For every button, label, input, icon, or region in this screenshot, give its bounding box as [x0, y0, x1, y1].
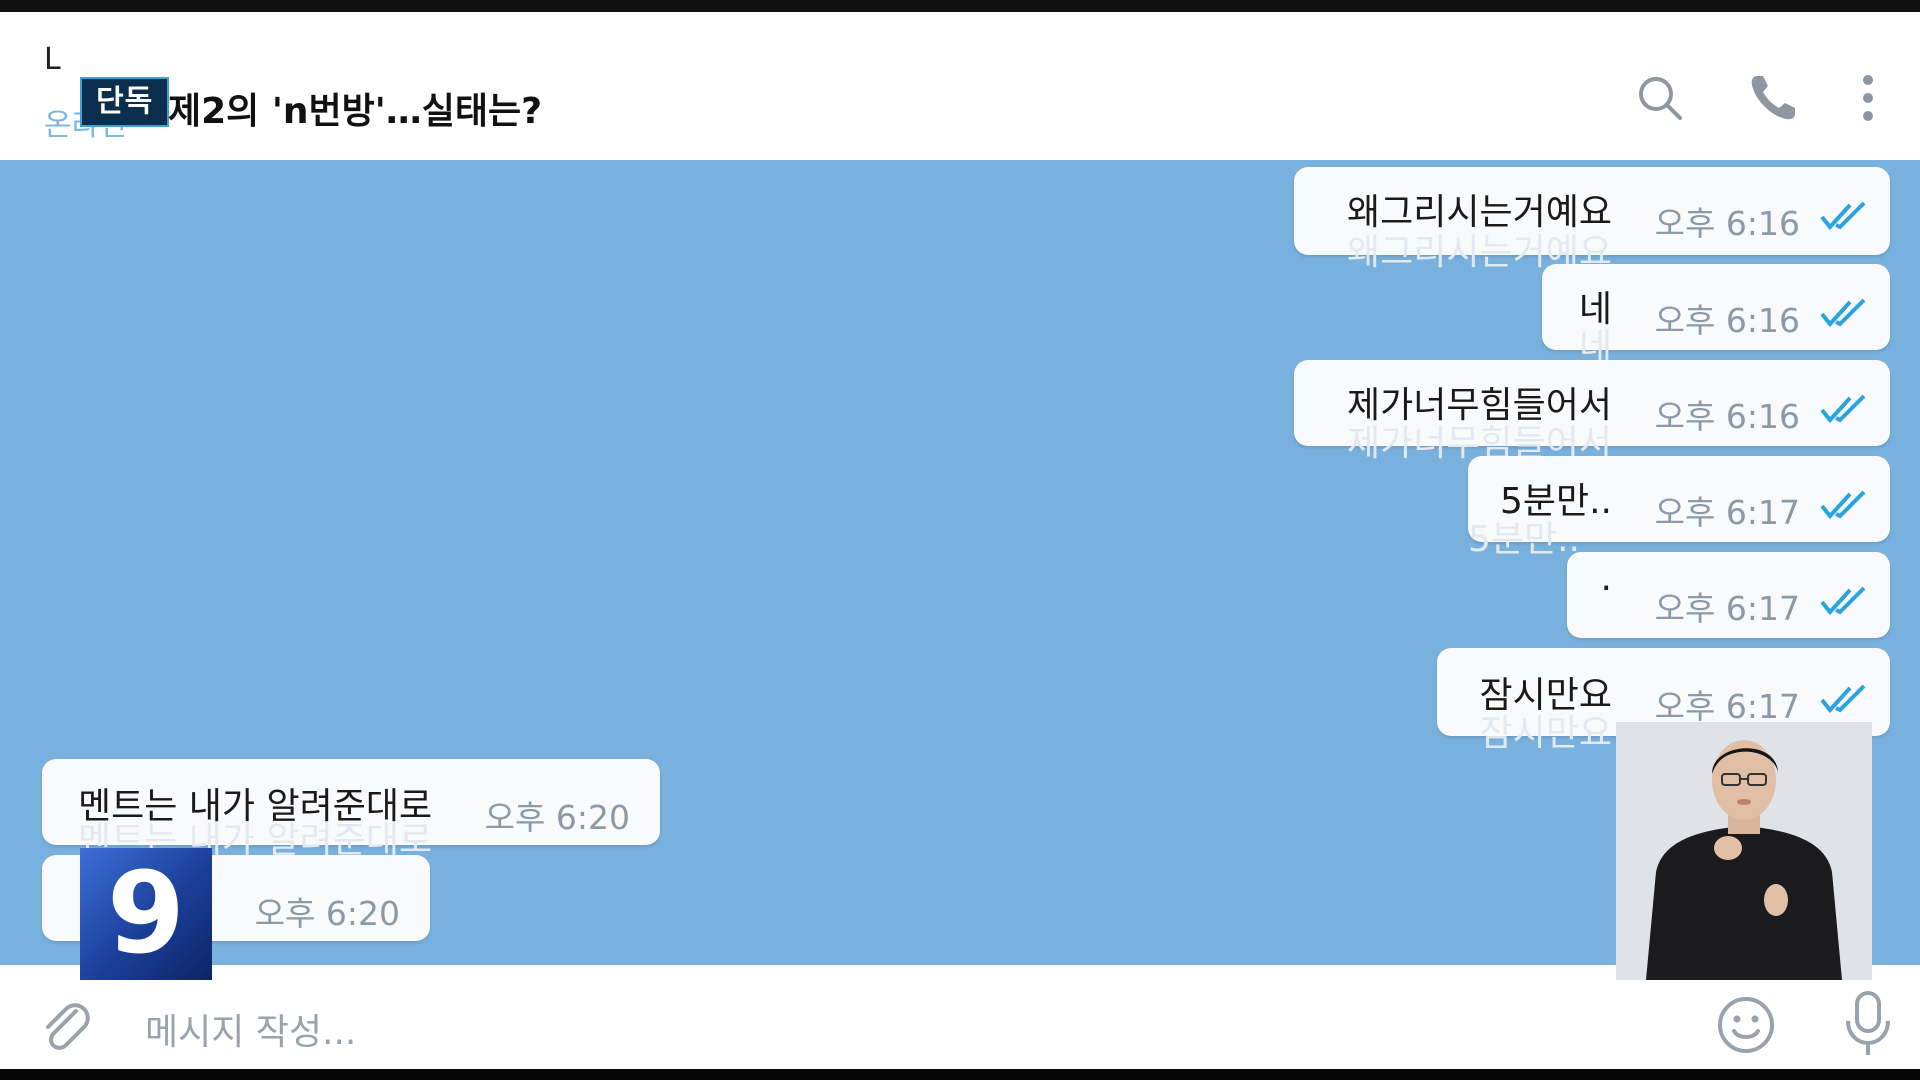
- bottom-frame-bar: [0, 1069, 1920, 1080]
- top-frame-bar: [0, 0, 1920, 12]
- double-check-icon: [1820, 201, 1866, 231]
- message-bubble-outgoing[interactable]: 왜그리시는거예요 왜그리시는거예요 오후 6:16: [1294, 167, 1890, 273]
- mic-icon[interactable]: [1840, 989, 1896, 1059]
- emoji-icon[interactable]: [1716, 995, 1776, 1055]
- message-text-shadow: 잠시만요: [1479, 713, 1612, 754]
- double-check-icon: [1820, 394, 1866, 424]
- interpreter-figure: [1616, 722, 1872, 980]
- search-icon[interactable]: [1632, 70, 1688, 126]
- message-input[interactable]: 메시지 작성...: [145, 1003, 356, 1055]
- message-bubble-outgoing[interactable]: 5분만.. 5분만.. 오후 6:17: [1468, 456, 1890, 560]
- message-bubble-incoming[interactable]: 멘트는 내가 알려준대로 멘트는 내가 알려준대로 오후 6:20: [42, 759, 660, 861]
- double-check-icon: [1820, 586, 1866, 616]
- double-check-icon: [1820, 298, 1866, 328]
- message-time: 오후 6:16: [1654, 397, 1800, 436]
- message-text-shadow: 5분만..: [1467, 519, 1580, 560]
- message-bubble-outgoing[interactable]: 네 네 오후 6:16: [1542, 264, 1890, 368]
- message-time: 오후 6:17: [1654, 493, 1800, 532]
- exclusive-badge: 단독: [80, 77, 170, 127]
- double-check-icon: [1820, 490, 1866, 520]
- phone-icon[interactable]: [1745, 70, 1801, 126]
- message-text: ·: [1600, 568, 1612, 609]
- chat-header: L 온라인 단독 제2의 'n번방'…실태는?: [0, 12, 1920, 160]
- news-headline: 제2의 'n번방'…실태는?: [168, 91, 542, 132]
- message-time: 오후 6:20: [484, 798, 630, 837]
- message-time: 오후 6:16: [1654, 204, 1800, 243]
- message-time: 오후 6:17: [1654, 589, 1800, 628]
- message-bubble-outgoing[interactable]: 제가너무힘들어서 제가너무힘들어서 오후 6:16: [1294, 360, 1890, 464]
- message-bubble-outgoing[interactable]: · 오후 6:17: [1567, 552, 1890, 638]
- message-composer: 메시지 작성...: [0, 965, 1920, 1069]
- message-time: 오후 6:20: [254, 894, 400, 933]
- more-vert-icon[interactable]: [1840, 70, 1896, 126]
- sign-language-interpreter-video: [1616, 722, 1872, 980]
- message-time: 오후 6:16: [1654, 301, 1800, 340]
- message-time: 오후 6:17: [1654, 687, 1800, 726]
- attach-icon[interactable]: [36, 997, 92, 1053]
- channel-logo-number: 9: [107, 849, 185, 979]
- channel-logo: 9: [80, 848, 212, 980]
- chat-name[interactable]: L: [44, 42, 61, 77]
- double-check-icon: [1820, 684, 1866, 714]
